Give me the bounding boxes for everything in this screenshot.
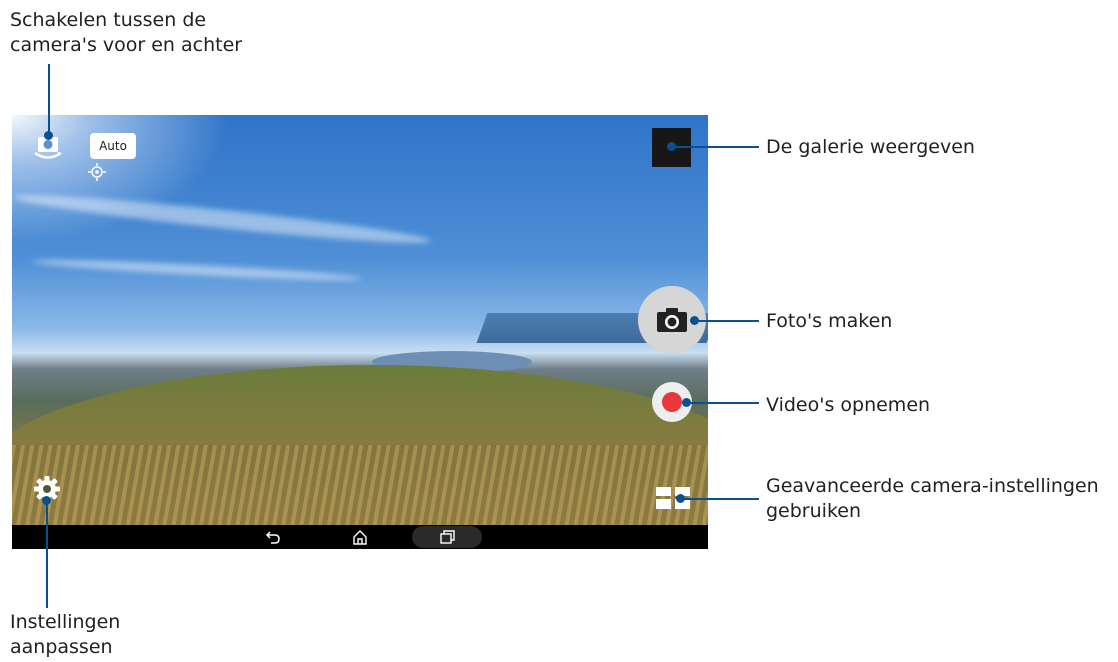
callout-line-gallery xyxy=(671,146,759,148)
callout-line-record-video xyxy=(686,402,759,404)
navigation-bar xyxy=(12,525,708,549)
back-icon xyxy=(265,531,280,544)
sky-cloud xyxy=(31,256,363,284)
camera-icon xyxy=(657,308,687,332)
callout-dot-take-photo xyxy=(690,316,699,325)
callout-dot-switch-camera xyxy=(44,131,53,140)
callout-dot-record-video xyxy=(682,398,691,407)
callout-line-switch-camera xyxy=(48,64,50,136)
callout-settings: Instellingen aanpassen xyxy=(10,610,120,660)
callout-settings-line2: aanpassen xyxy=(10,636,113,658)
sky-cloud xyxy=(12,188,432,250)
callout-record-video: Video's opnemen xyxy=(766,394,931,416)
callout-dot-settings xyxy=(42,496,51,505)
nav-recent-button[interactable] xyxy=(412,526,482,548)
scene-mode-badge[interactable]: Auto xyxy=(90,133,136,159)
callout-switch-camera: Schakelen tussen de camera's voor en ach… xyxy=(10,8,242,58)
home-icon xyxy=(353,530,367,545)
callout-advanced-settings: Geavanceerde camera-instellingen gebruik… xyxy=(766,474,1099,524)
callout-advanced-settings-line1: Geavanceerde camera-instellingen xyxy=(766,475,1099,497)
callout-line-settings xyxy=(46,500,48,608)
callout-take-photo: Foto's maken xyxy=(766,310,893,332)
callout-switch-camera-line1: Schakelen tussen de xyxy=(10,9,207,31)
callout-line-advanced-settings xyxy=(680,498,759,500)
callout-switch-camera-line2: camera's voor en achter xyxy=(10,34,243,56)
landscape-grass xyxy=(12,445,708,525)
record-icon xyxy=(662,392,682,412)
recent-apps-icon xyxy=(440,530,455,544)
focus-target-icon xyxy=(88,163,106,181)
callout-dot-advanced-settings xyxy=(676,494,685,503)
camera-viewfinder[interactable] xyxy=(12,115,708,525)
callout-gallery: De galerie weergeven xyxy=(766,136,975,158)
focus-target[interactable] xyxy=(88,163,106,181)
callout-advanced-settings-line2: gebruiken xyxy=(766,500,861,522)
callout-settings-line1: Instellingen xyxy=(10,611,121,633)
nav-back-button[interactable] xyxy=(238,526,308,548)
callout-dot-gallery xyxy=(667,142,676,151)
callout-line-take-photo xyxy=(694,320,759,322)
nav-home-button[interactable] xyxy=(325,526,395,548)
